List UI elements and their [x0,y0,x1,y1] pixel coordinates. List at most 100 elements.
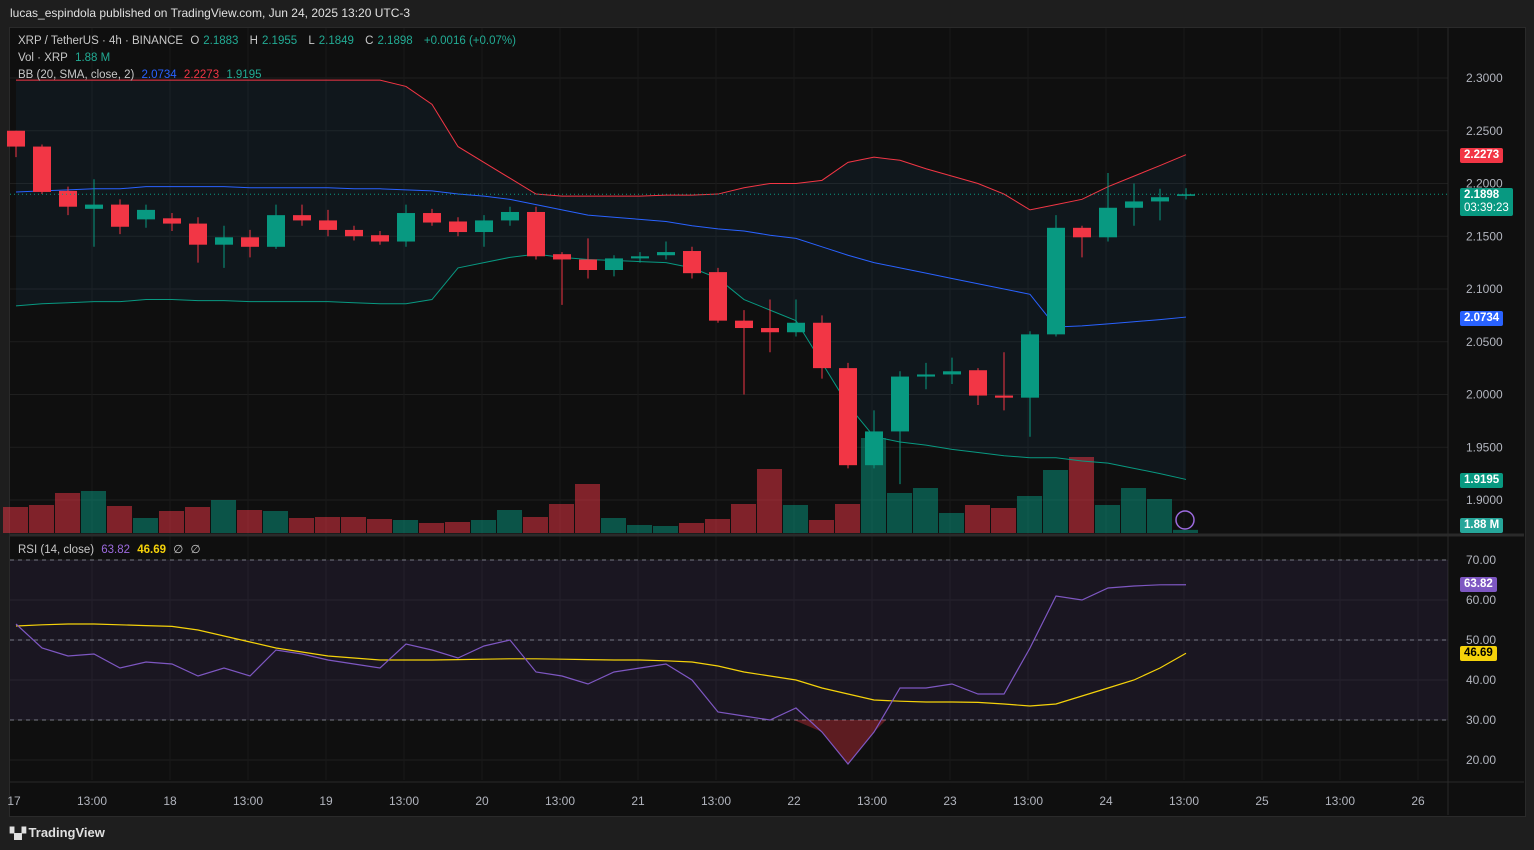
volume-bar [575,484,600,533]
candle-down [371,235,389,242]
candle-down [163,218,181,224]
bb-mid-tag: 2.0734 [1460,311,1504,326]
candle-down [735,320,753,329]
candle-down [33,146,51,192]
h-value: 2.1955 [261,35,298,47]
volume-label: Vol · XRP [18,52,68,64]
candle-down [319,220,337,230]
time-tick-label: 13:00 [77,794,107,808]
volume-bar [627,525,652,533]
candle-up [657,252,675,256]
volume-bar [601,518,626,533]
o-value: 2.1883 [203,35,239,47]
time-tick-label: 22 [787,794,801,808]
candle-down [59,190,77,207]
rsi-band-fill [10,560,1448,720]
bb-lower-tag: 1.9195 [1460,473,1504,488]
rsi-tag: 63.82 [1460,577,1497,592]
rsi-value: 63.82 [101,544,131,556]
candle-down [527,211,545,257]
tv-logo-icon: ▚▞ [10,828,26,840]
candle-up [631,256,649,259]
time-tick-label: 17 [7,794,21,808]
candle-up [267,215,285,247]
candle-up [85,204,103,209]
volume-bar [133,518,158,533]
volume-bar [445,522,470,533]
c-label: C [365,35,374,47]
candle-up [215,237,233,245]
volume-legend[interactable]: Vol · XRP 1.88 M [18,52,114,64]
price-tick-label: 1.9000 [1466,493,1503,507]
candle-up [397,213,415,242]
candle-down [813,322,831,369]
candle-up [1151,197,1169,202]
rsi-tick-label: 30.00 [1466,713,1496,727]
time-tick-label: 25 [1255,794,1269,808]
candle-up [787,322,805,333]
volume-bar [289,518,314,533]
candle-up [137,209,155,220]
candle-down [189,223,207,245]
time-tick-label: 13:00 [389,794,419,808]
c-value: 2.1898 [377,35,413,47]
time-tick-label: 13:00 [701,794,731,808]
volume-bar [315,517,340,533]
volume-value: 1.88 M [75,52,111,64]
tradingview-logo[interactable]: ▚▞ TradingView [10,825,105,840]
ohlc-high: H 2.1955 [250,35,302,47]
chart-canvas[interactable]: 2.30002.25002.20002.15002.10002.05002.00… [0,0,1534,850]
volume-bar [653,526,678,533]
volume-bar [913,488,938,533]
volume-bar [419,523,444,533]
candle-down [423,213,441,223]
candle-up [1099,207,1117,238]
candle-up [943,371,961,375]
candle-up [917,374,935,377]
price-tick-label: 2.2500 [1466,124,1503,138]
price-tick-label: 1.9500 [1466,440,1503,454]
volume-bar [1095,505,1120,533]
symbol-legend[interactable]: XRP / TetherUS · 4h · BINANCE O 2.1883 H2… [18,35,520,47]
l-value: 2.1849 [318,35,354,47]
time-tick-label: 13:00 [857,794,887,808]
volume-bar [679,523,704,533]
time-tick-label: 13:00 [233,794,263,808]
bb-lower-value: 1.9195 [226,69,262,81]
rsi-legend[interactable]: RSI (14, close) 63.82 46.69 ∅ ∅ [18,542,205,556]
ohlc-close: C 2.1898 [365,35,417,47]
volume-bar [81,491,106,533]
candle-down [683,251,701,274]
candle-down [709,272,727,321]
price-tick-label: 2.3000 [1466,71,1503,85]
time-tick-label: 20 [475,794,489,808]
price-tick-label: 2.0000 [1466,388,1503,402]
volume-bar [497,510,522,533]
rsi-ma-tag: 46.69 [1460,646,1497,661]
candle-up [501,211,519,221]
time-tick-label: 13:00 [1169,794,1199,808]
rsi-tick-label: 40.00 [1466,673,1496,687]
symbol-label[interactable]: XRP / TetherUS · 4h · BINANCE [18,35,183,47]
ohlc-low: L 2.1849 [308,35,358,47]
candle-up [1047,227,1065,335]
brand-label: TradingView [28,825,105,840]
time-tick-label: 13:00 [1013,794,1043,808]
rsi-na-1: ∅ [173,544,184,556]
h-label: H [249,35,258,47]
price-tick-label: 2.1000 [1466,282,1503,296]
bb-legend[interactable]: BB (20, SMA, close, 2) 2.0734 2.2273 1.9… [18,69,266,81]
candle-up [1021,334,1039,398]
volume-bar [471,520,496,533]
candle-down [241,237,259,247]
volume-bar [393,520,418,533]
volume-bar [1121,488,1146,533]
volume-bar [3,507,28,533]
time-tick-label: 19 [319,794,333,808]
volume-bar [1017,496,1042,533]
volume-bar [211,500,236,533]
ohlc-open: O 2.1883 [190,35,242,47]
candle-up [475,220,493,233]
time-tick-label: 21 [631,794,645,808]
volume-bar [1147,499,1172,533]
